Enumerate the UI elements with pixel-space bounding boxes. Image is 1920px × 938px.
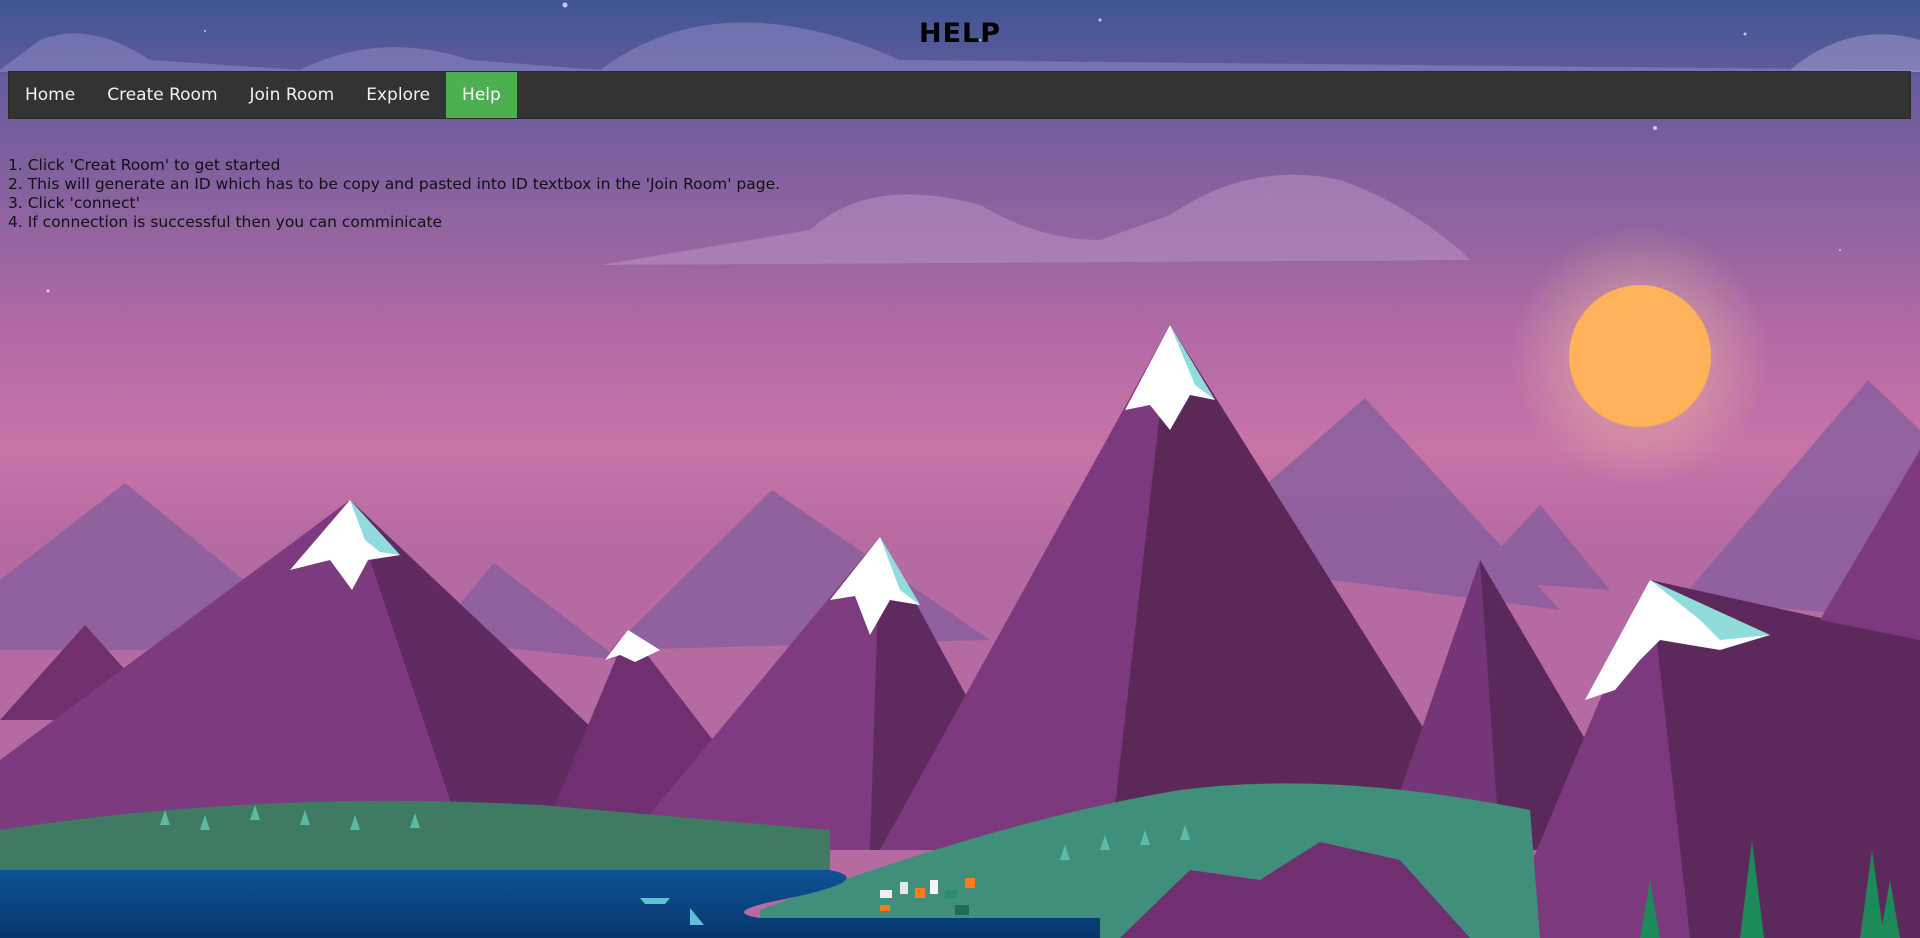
nav-item-help[interactable]: Help — [446, 72, 517, 118]
help-step: 1. Click 'Creat Room' to get started — [8, 156, 281, 174]
nav-item-join-room[interactable]: Join Room — [234, 72, 351, 118]
top-navigation-bar: Home Create Room Join Room Explore Help — [8, 71, 1911, 119]
help-step: 2. This will generate an ID which has to… — [8, 175, 781, 193]
nav-item-create-room[interactable]: Create Room — [91, 72, 233, 118]
mountain-landscape-background — [0, 2, 1920, 938]
help-step: 3. Click 'connect' — [8, 194, 140, 212]
help-step: 4. If connection is successful then you … — [8, 213, 443, 231]
help-steps: 1. Click 'Creat Room' to get started 2. … — [8, 156, 780, 232]
nav-item-explore[interactable]: Explore — [350, 72, 446, 118]
page-title: HELP — [918, 18, 1002, 49]
nav-item-home[interactable]: Home — [9, 72, 91, 118]
sun — [1569, 285, 1711, 427]
